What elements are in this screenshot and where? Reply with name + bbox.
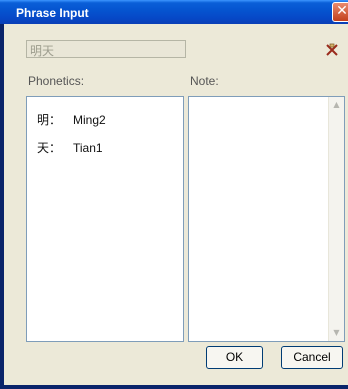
phonetic-row-1[interactable]: 天： Tian1 bbox=[37, 139, 103, 156]
note-textarea[interactable]: ▲ ▼ bbox=[188, 96, 345, 342]
phonetic-char: 明： bbox=[37, 113, 62, 127]
note-scrollbar[interactable]: ▲ ▼ bbox=[328, 97, 344, 341]
clear-icon bbox=[326, 43, 338, 56]
phrase-field: 明天 bbox=[26, 40, 186, 58]
ok-button[interactable]: OK bbox=[206, 346, 263, 369]
phonetics-label: Phonetics: bbox=[28, 74, 85, 88]
phonetic-pinyin: Tian1 bbox=[73, 141, 103, 155]
scroll-down-arrow-icon[interactable]: ▼ bbox=[329, 325, 344, 341]
title-bar[interactable]: Phrase Input ✕ bbox=[0, 0, 348, 24]
phrase-input-dialog: Phrase Input ✕ 明天 Phonetics: Note: 明： Min… bbox=[0, 0, 348, 389]
phonetics-list[interactable]: 明： Ming2 天： Tian1 bbox=[26, 96, 184, 342]
close-icon: ✕ bbox=[336, 3, 348, 19]
phonetic-char: 天： bbox=[37, 141, 62, 155]
phonetic-pinyin: Ming2 bbox=[73, 113, 106, 127]
scroll-up-arrow-icon[interactable]: ▲ bbox=[329, 97, 344, 113]
cancel-button[interactable]: Cancel bbox=[281, 346, 343, 369]
clear-button[interactable] bbox=[322, 42, 342, 62]
window-title: Phrase Input bbox=[16, 6, 89, 20]
phonetic-row-0[interactable]: 明： Ming2 bbox=[37, 111, 106, 128]
note-label: Note: bbox=[190, 74, 219, 88]
close-button[interactable]: ✕ bbox=[332, 2, 348, 22]
